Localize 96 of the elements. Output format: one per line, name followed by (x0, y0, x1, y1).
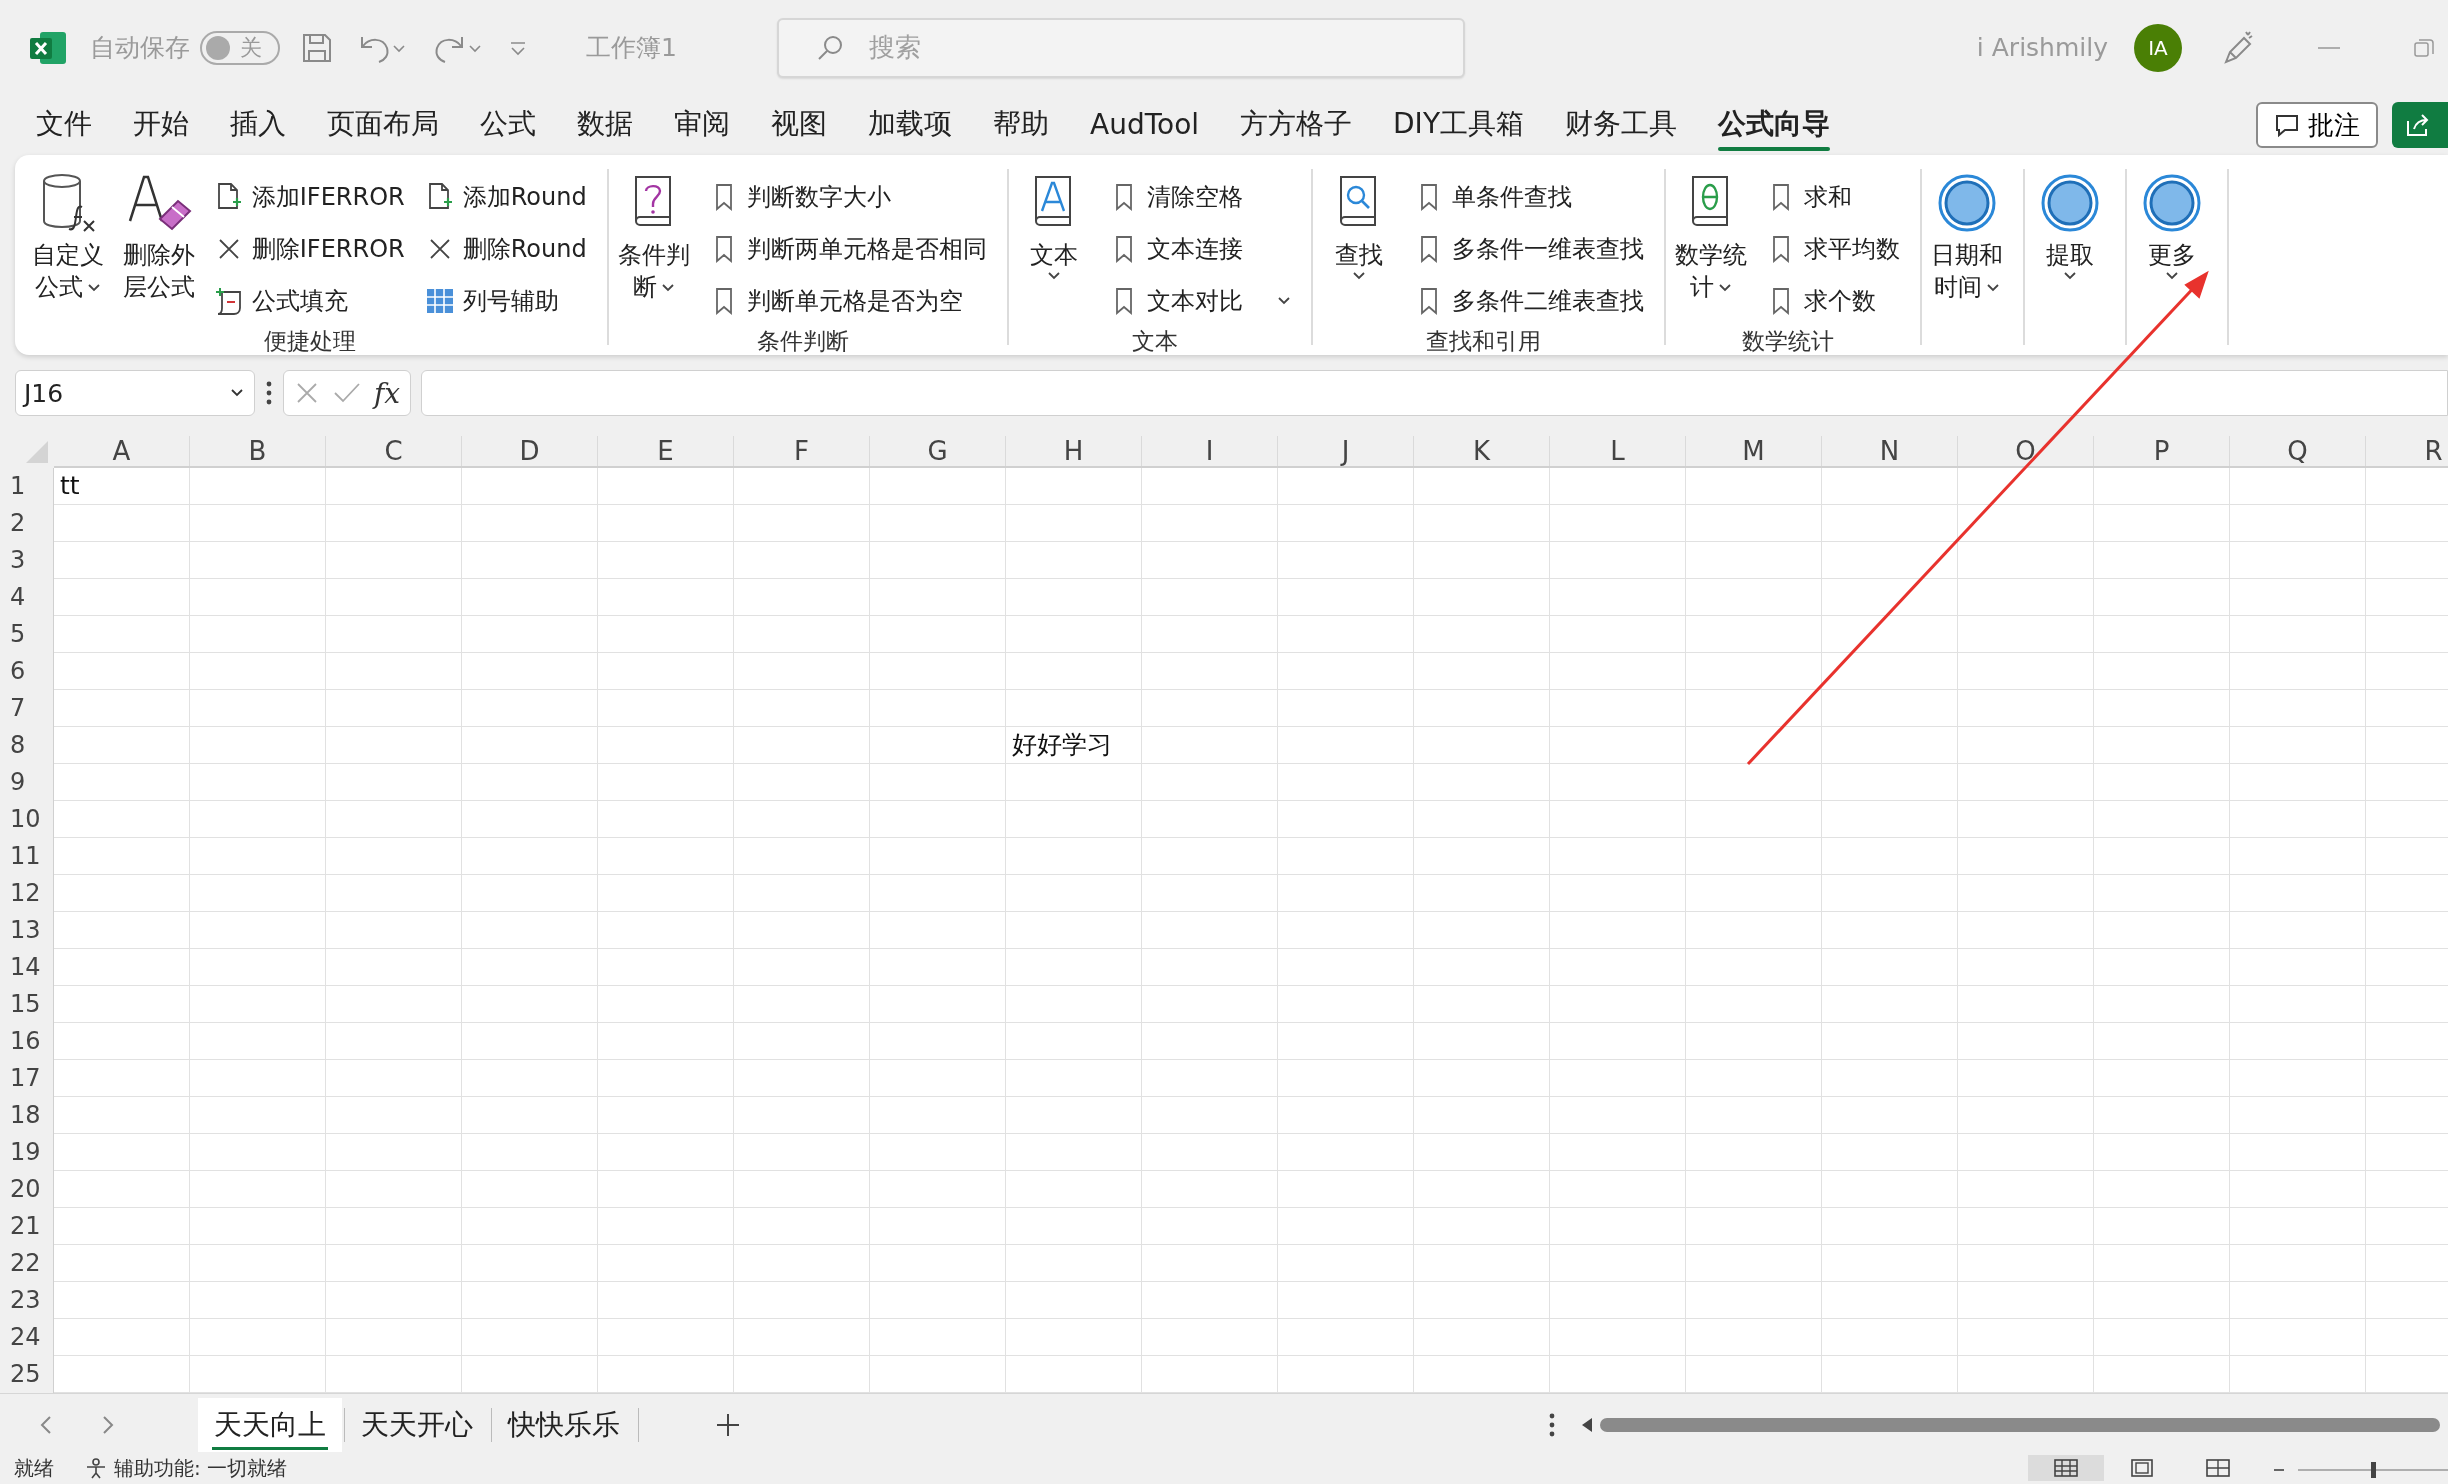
cell-text[interactable]: 好好学习 (1006, 727, 1142, 764)
column-header[interactable]: N (1822, 436, 1958, 466)
column-header[interactable]: K (1414, 436, 1550, 466)
menu-tab[interactable]: 文件 (20, 99, 108, 151)
column-header[interactable]: R (2366, 436, 2448, 466)
chevron-down-icon (230, 388, 244, 398)
ribbon-button[interactable]: 公式填充 (209, 275, 409, 327)
menu-tab[interactable]: 视图 (755, 99, 843, 151)
grid-icon (2053, 1458, 2079, 1478)
menu-tab[interactable]: 方方格子 (1224, 99, 1369, 151)
column-header[interactable]: J (1278, 436, 1414, 466)
speech-bubble-icon (2274, 112, 2300, 138)
column-header[interactable]: E (598, 436, 734, 466)
menu-tab[interactable]: 审阅 (658, 99, 746, 151)
ribbon-button[interactable]: 多条件一维表查找 (1409, 223, 1648, 275)
autosave-label: 自动保存 (90, 32, 190, 64)
column-header[interactable]: O (1958, 436, 2094, 466)
menu-tab[interactable]: 加载项 (852, 99, 968, 151)
ribbon-button[interactable]: 删除IFERROR (209, 223, 409, 275)
column-header[interactable]: P (2094, 436, 2230, 466)
menu-tab[interactable]: 帮助 (977, 99, 1065, 151)
accessibility-status[interactable]: 辅助功能: 一切就绪 (114, 1455, 288, 1481)
page-break-icon (2205, 1458, 2231, 1478)
table-icon (424, 287, 455, 315)
formula-input[interactable] (421, 370, 2448, 416)
menu-tab[interactable]: 公式向导 (1702, 99, 1846, 151)
ribbon-button[interactable]: 更多 (2133, 169, 2212, 317)
ribbon-button[interactable]: 查找 (1319, 169, 1398, 327)
zoom-slider[interactable] (2297, 1462, 2448, 1478)
ribbon-button[interactable]: 求和 (1762, 171, 1905, 223)
comments-button[interactable]: 批注 (2256, 102, 2378, 148)
ribbon-button[interactable]: 判断单元格是否为空 (705, 275, 992, 327)
ribbon-button[interactable]: 判断数字大小 (705, 171, 992, 223)
menu-tab[interactable]: 页面布局 (311, 99, 455, 151)
more-options-icon[interactable] (1548, 1411, 1556, 1438)
ribbon-button[interactable]: 提取 (2030, 169, 2110, 317)
group-label: 便捷处理 (262, 327, 357, 355)
more-options-icon[interactable] (265, 380, 273, 406)
group-label: 条件判断 (755, 327, 850, 355)
ribbon-button[interactable]: 求平均数 (1762, 223, 1905, 275)
menu-tab[interactable]: 数据 (561, 99, 649, 151)
ribbon-button[interactable]: 文本对比 (1105, 275, 1296, 327)
ribbon-button[interactable]: 添加Round (420, 171, 591, 223)
name-box[interactable]: J16 (15, 370, 255, 416)
column-header[interactable]: H (1006, 436, 1142, 466)
ribbon-button[interactable]: 文本连接 (1105, 223, 1296, 275)
ribbon-button[interactable]: 自定义公式 (29, 169, 108, 327)
menu-tab[interactable]: 插入 (214, 99, 302, 151)
add-sheet-icon[interactable] (715, 1411, 741, 1438)
ribbon-button[interactable]: 单条件查找 (1409, 171, 1648, 223)
ribbon-button[interactable]: 日期和时间 (1928, 169, 2007, 317)
ribbon-button[interactable]: 列号辅助 (420, 275, 591, 327)
column-header[interactable]: D (462, 436, 598, 466)
ribbon-button[interactable]: 删除Round (420, 223, 591, 275)
column-header[interactable]: M (1686, 436, 1822, 466)
column-header[interactable]: A (54, 436, 190, 466)
column-header[interactable]: C (326, 436, 462, 466)
ribbon-button[interactable]: 判断两单元格是否相同 (705, 223, 992, 275)
column-header[interactable]: Q (2230, 436, 2366, 466)
column-header[interactable]: F (734, 436, 870, 466)
ribbon-button[interactable]: 求个数 (1762, 275, 1905, 327)
menu-tab[interactable]: DIY工具箱 (1377, 99, 1540, 151)
accessibility-icon[interactable] (84, 1457, 108, 1479)
cell-text[interactable]: tt (54, 468, 190, 505)
ribbon-button[interactable]: 清除空格 (1105, 171, 1296, 223)
group-label: 数学统计 (1741, 327, 1836, 355)
column-header[interactable]: I (1142, 436, 1278, 466)
group-label: 文本 (1131, 327, 1180, 355)
sheet-tab[interactable]: 天天向上 (198, 1397, 342, 1452)
workbook-name: 工作簿1 (586, 32, 677, 64)
column-header[interactable]: L (1550, 436, 1686, 466)
user-avatar[interactable]: IA (2134, 23, 2182, 72)
column-header[interactable]: B (190, 436, 326, 466)
scroll-icon (213, 286, 244, 316)
insert-function-button[interactable]: fx (374, 376, 401, 410)
ribbon-button[interactable]: 删除外层公式 (119, 169, 198, 327)
sheet-tab[interactable]: 天天开心 (345, 1397, 489, 1452)
menu-tab[interactable]: 财务工具 (1549, 99, 1693, 151)
menu-tab[interactable]: 公式 (464, 99, 552, 151)
status-text: 就绪 (14, 1455, 54, 1481)
page-icon (2129, 1458, 2155, 1478)
column-header[interactable]: G (870, 436, 1006, 466)
scroll-left-icon[interactable] (1580, 1415, 1594, 1434)
horizontal-scrollbar[interactable] (1600, 1417, 2440, 1432)
normal-view-button[interactable] (2028, 1455, 2104, 1481)
ribbon-button[interactable]: 多条件二维表查找 (1409, 275, 1648, 327)
ribbon-button[interactable]: 文本 (1015, 169, 1094, 327)
menu-tab[interactable]: AudTool (1074, 101, 1216, 149)
menu-tab[interactable]: 开始 (117, 99, 205, 151)
group-label: 查找和引用 (1425, 327, 1543, 355)
ribbon-button[interactable]: 添加IFERROR (209, 171, 409, 223)
sheet-tab[interactable]: 快快乐乐 (492, 1397, 636, 1452)
share-button[interactable] (2392, 102, 2448, 148)
user-name: i Arishmily (1976, 33, 2108, 62)
ribbon-button[interactable]: 数学统计 (1671, 169, 1751, 327)
ribbon-button[interactable]: 条件判断 (614, 169, 694, 327)
